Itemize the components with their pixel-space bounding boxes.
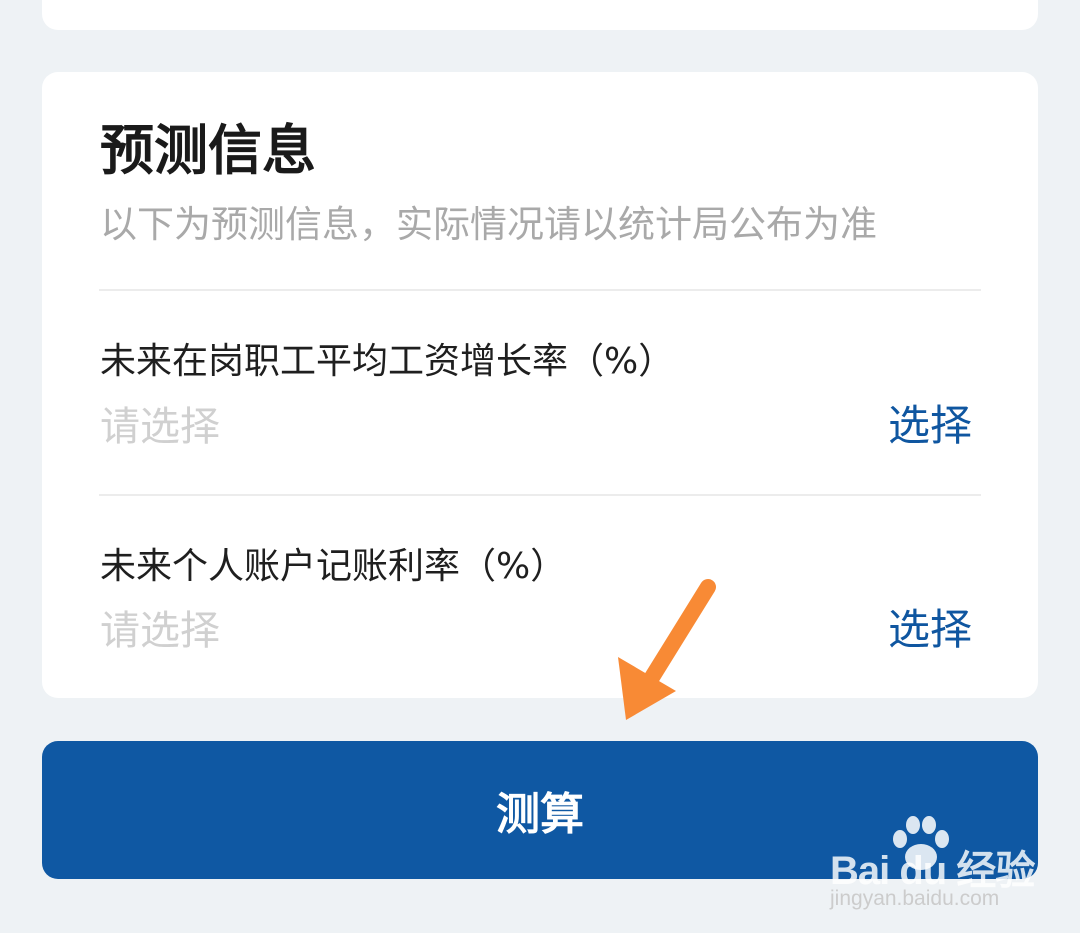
baidu-jingyan-watermark: Bai du 经验 jingyan.baidu.com — [830, 815, 1035, 915]
account-interest-rate-select-button[interactable]: 选择 — [888, 604, 972, 656]
previous-section-card — [42, 0, 1038, 30]
forecast-info-card: 预测信息 以下为预测信息，实际情况请以统计局公布为准 未来在岗职工平均工资增长率… — [42, 72, 1038, 698]
annotation-arrow-icon — [618, 579, 716, 720]
wage-growth-rate-select-button[interactable]: 选择 — [888, 400, 972, 452]
account-interest-rate-placeholder[interactable]: 请选择 — [100, 606, 220, 656]
card-title: 预测信息 — [100, 119, 316, 182]
divider — [99, 289, 981, 291]
watermark-url: jingyan.baidu.com — [830, 887, 1000, 910]
wage-growth-rate-placeholder[interactable]: 请选择 — [100, 402, 220, 452]
account-interest-rate-label: 未来个人账户记账利率（%） — [100, 546, 567, 587]
card-subtitle: 以下为预测信息，实际情况请以统计局公布为准 — [100, 203, 877, 246]
divider — [99, 494, 981, 496]
wage-growth-rate-label: 未来在岗职工平均工资增长率（%） — [100, 341, 675, 382]
